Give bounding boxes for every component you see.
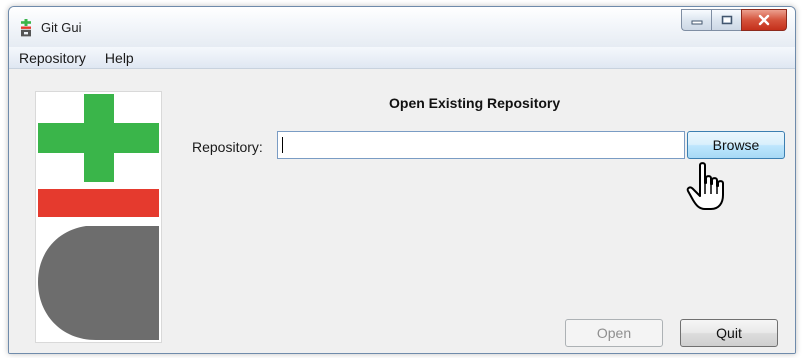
git-logo	[35, 91, 162, 343]
git-logo-graphic	[38, 94, 159, 340]
maximize-button[interactable]	[711, 9, 741, 31]
logo-g	[38, 226, 159, 340]
menu-help[interactable]: Help	[105, 50, 134, 66]
open-button[interactable]: Open	[565, 319, 663, 347]
browse-button[interactable]: Browse	[687, 131, 785, 159]
menu-repository[interactable]: Repository	[19, 50, 86, 66]
git-gui-app-icon	[21, 19, 31, 37]
hand-pointer-icon	[686, 162, 724, 210]
minimize-button[interactable]	[681, 9, 711, 31]
close-button[interactable]	[741, 9, 787, 31]
title-bar[interactable]: Git Gui	[9, 7, 795, 47]
maximize-icon	[721, 15, 732, 25]
text-caret	[282, 137, 283, 153]
dialog-body: Open Existing Repository Repository: Bro…	[9, 69, 795, 353]
repository-path-input[interactable]	[277, 131, 685, 159]
menu-bar: Repository Help	[9, 47, 795, 69]
git-gui-window: Git Gui Repository Help Open Existing Re…	[8, 6, 796, 354]
minimize-icon	[691, 20, 702, 25]
close-icon	[758, 14, 770, 26]
logo-minus	[38, 189, 159, 217]
repository-label: Repository:	[192, 139, 263, 155]
window-title: Git Gui	[41, 20, 82, 35]
dialog-heading: Open Existing Repository	[389, 95, 561, 111]
caption-buttons	[681, 9, 787, 31]
quit-button[interactable]: Quit	[680, 319, 778, 347]
logo-plus-horizontal	[38, 123, 159, 153]
